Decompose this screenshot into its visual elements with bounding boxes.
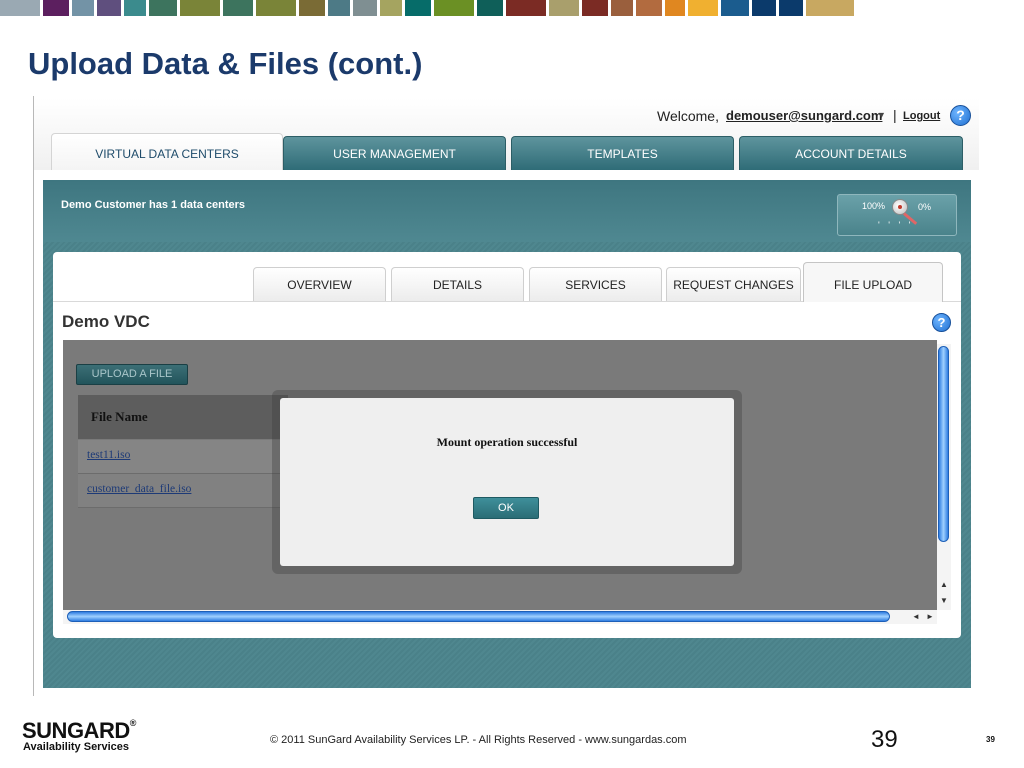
subtab-request-changes[interactable]: REQUEST CHANGES — [666, 267, 801, 301]
logout-link[interactable]: Logout — [903, 110, 940, 122]
logo-registered-mark: ® — [129, 718, 137, 728]
column-header-file-name: File Name — [91, 409, 148, 424]
subtab-overview[interactable]: OVERVIEW — [253, 267, 386, 301]
scroll-right-icon[interactable]: ► — [926, 612, 934, 621]
page-number: 39 — [871, 726, 898, 753]
color-strip-segment — [806, 0, 854, 16]
scroll-left-icon[interactable]: ◄ — [912, 612, 920, 621]
frame-border — [33, 96, 34, 696]
chevron-down-icon[interactable]: ▼ — [877, 110, 886, 120]
color-strip-segment — [721, 0, 749, 16]
tab-virtual-data-centers[interactable]: VIRTUAL DATA CENTERS — [51, 133, 283, 170]
color-strip-segment — [477, 0, 503, 16]
subtab-details[interactable]: DETAILS — [391, 267, 524, 301]
color-strip-segment — [223, 0, 253, 16]
vdc-header-bar — [43, 180, 971, 242]
subtab-services[interactable]: SERVICES — [529, 267, 662, 301]
help-icon[interactable]: ? — [932, 313, 951, 332]
file-link-customer-data[interactable]: customer_data_file.iso — [87, 483, 191, 495]
color-strip-segment — [97, 0, 121, 16]
page-number-small: 39 — [986, 735, 995, 744]
tab-templates[interactable]: TEMPLATES — [511, 136, 734, 170]
file-link-test11[interactable]: test11.iso — [87, 449, 130, 461]
horizontal-scroll-thumb[interactable] — [67, 611, 890, 622]
data-center-count: Demo Customer has 1 data centers — [61, 199, 246, 211]
color-strip — [0, 0, 1024, 16]
gauge-right-label: 0% — [918, 202, 932, 212]
tab-account-details[interactable]: ACCOUNT DETAILS — [739, 136, 963, 170]
color-strip-segment — [665, 0, 685, 16]
color-strip-segment — [752, 0, 776, 16]
color-strip-segment — [299, 0, 325, 16]
logo-subtitle: Availability Services — [23, 741, 129, 753]
success-dialog — [280, 398, 734, 566]
color-strip-segment — [434, 0, 474, 16]
subtab-file-upload[interactable]: FILE UPLOAD — [803, 262, 943, 302]
gauge-ticks: ' ' ' ' — [878, 220, 914, 230]
color-strip-segment — [72, 0, 94, 16]
help-icon[interactable]: ? — [950, 105, 971, 126]
color-strip-segment — [506, 0, 546, 16]
header-separator: | — [893, 107, 897, 123]
color-strip-segment — [0, 0, 40, 16]
scroll-up-icon[interactable]: ▲ — [940, 580, 948, 589]
color-strip-segment — [124, 0, 146, 16]
slide-title: Upload Data & Files (cont.) — [28, 46, 423, 81]
color-strip-segment — [405, 0, 431, 16]
user-menu-link[interactable]: demouser@sungard.com — [726, 108, 882, 123]
color-strip-segment — [636, 0, 662, 16]
page-title: Demo VDC — [62, 312, 150, 331]
dialog-message: Mount operation successful — [436, 435, 578, 449]
color-strip-segment — [611, 0, 633, 16]
tab-user-management[interactable]: USER MANAGEMENT — [283, 136, 506, 170]
scroll-down-icon[interactable]: ▼ — [940, 596, 948, 605]
logo-wordmark: SUNGARD — [22, 718, 130, 743]
upload-file-button[interactable]: UPLOAD A FILE — [76, 364, 188, 385]
color-strip-segment — [149, 0, 177, 16]
vertical-scroll-thumb[interactable] — [938, 346, 949, 542]
color-strip-segment — [43, 0, 69, 16]
color-strip-segment — [256, 0, 296, 16]
color-strip-segment — [328, 0, 350, 16]
welcome-label: Welcome, — [657, 108, 719, 124]
color-strip-segment — [549, 0, 579, 16]
color-strip-segment — [582, 0, 608, 16]
color-strip-segment — [688, 0, 718, 16]
gauge-left-label: 100% — [862, 201, 886, 211]
color-strip-segment — [353, 0, 377, 16]
color-strip-segment — [380, 0, 402, 16]
color-strip-segment — [180, 0, 220, 16]
copyright-text: © 2011 SunGard Availability Services LP.… — [270, 734, 687, 746]
color-strip-segment — [779, 0, 803, 16]
ok-button[interactable]: OK — [473, 497, 539, 519]
